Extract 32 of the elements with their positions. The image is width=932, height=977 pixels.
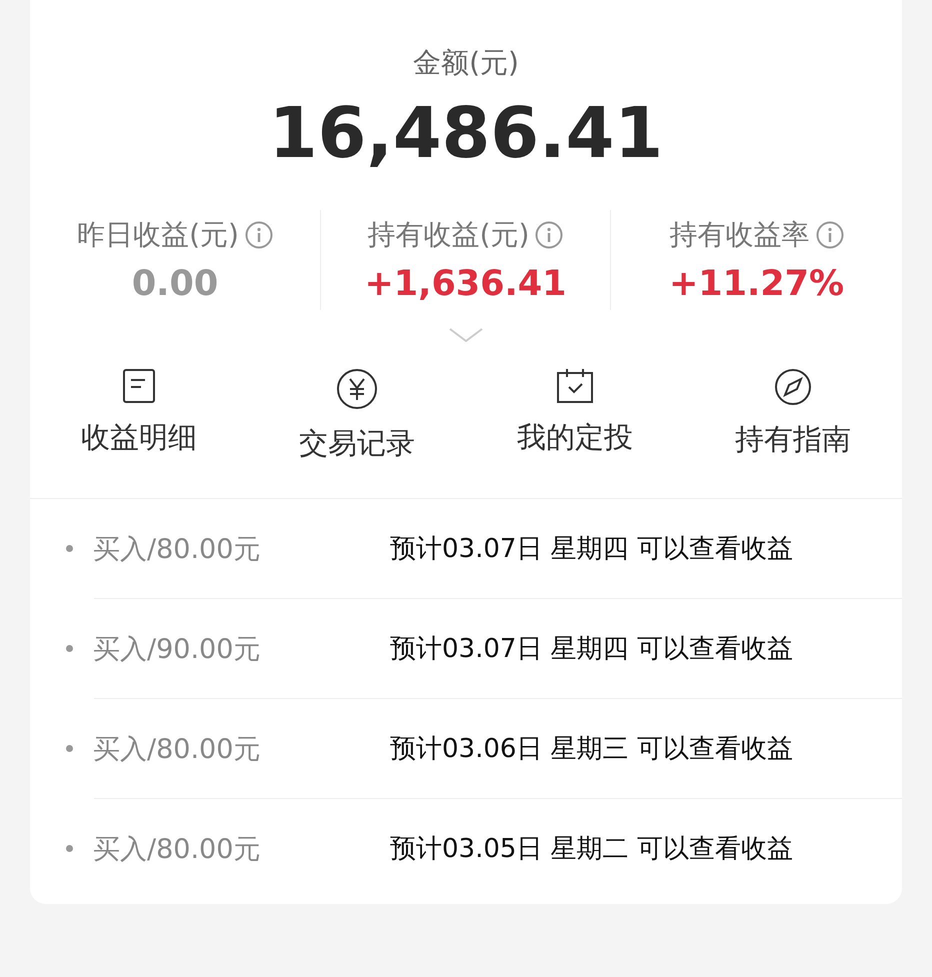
compass-icon	[774, 368, 812, 406]
info-icon[interactable]	[535, 221, 564, 249]
shortcut-button[interactable]: 收益明细	[30, 368, 248, 464]
bullet-icon	[66, 845, 73, 852]
balance-amount: 16,486.41	[268, 92, 664, 174]
bullet-icon	[66, 545, 73, 552]
balance-label: 金额(元)	[412, 45, 520, 81]
record-note: 预计03.07日 星期四 可以查看收益	[390, 533, 793, 566]
record-title: 买入/80.00元	[93, 532, 262, 566]
shortcut-button[interactable]: 持有指南	[684, 368, 902, 464]
stat-value: +11.27%	[668, 264, 844, 304]
yen-icon	[336, 368, 378, 410]
record-title: 买入/80.00元	[93, 832, 262, 866]
record-title: 买入/80.00元	[93, 732, 262, 766]
record-note: 预计03.06日 星期三 可以查看收益	[390, 733, 793, 766]
stat-value: +1,636.41	[364, 264, 567, 304]
record-note: 预计03.07日 星期四 可以查看收益	[390, 633, 793, 666]
bullet-icon	[66, 745, 73, 752]
document-icon	[121, 368, 157, 404]
stat-label: 持有收益(元)	[368, 217, 530, 253]
shortcut-button[interactable]: 我的定投	[466, 368, 684, 464]
info-icon[interactable]	[816, 221, 844, 249]
stat-value: 0.00	[132, 264, 218, 304]
bullet-icon	[66, 645, 73, 652]
chevron-down-icon[interactable]	[449, 328, 483, 342]
stat-label: 持有收益率	[670, 217, 810, 253]
info-icon[interactable]	[244, 221, 273, 249]
stat-label: 昨日收益(元)	[77, 217, 239, 253]
record-title: 买入/90.00元	[93, 632, 262, 666]
record-note: 预计03.05日 星期二 可以查看收益	[390, 833, 793, 866]
shortcut-button[interactable]: 交易记录	[248, 368, 466, 464]
calendar-icon	[556, 368, 594, 404]
